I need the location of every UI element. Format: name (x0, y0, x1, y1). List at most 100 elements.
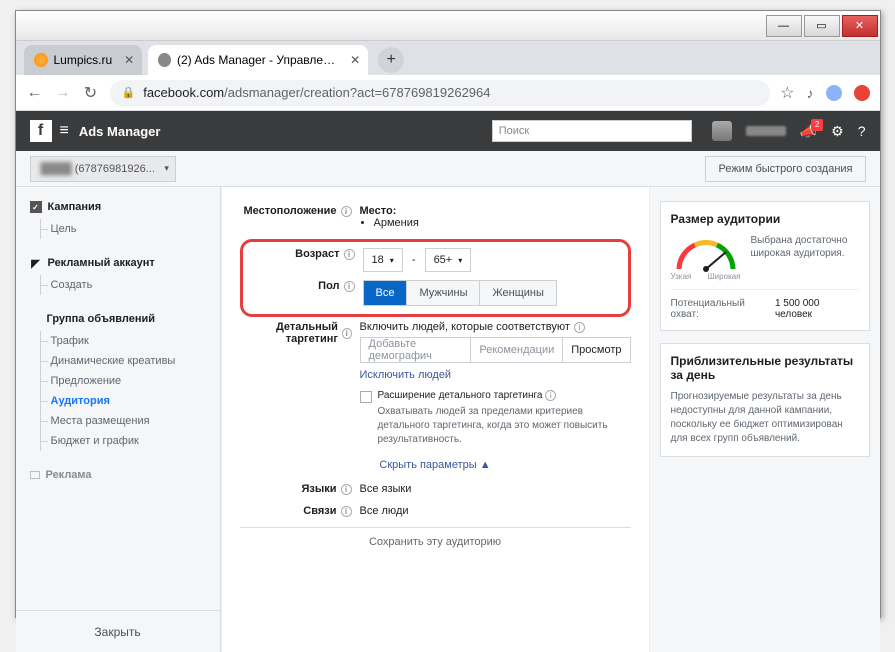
targeting-label: Детальный таргетинг (240, 321, 338, 345)
targeting-input[interactable]: Добавьте демографич Рекомендации Просмот… (360, 337, 631, 363)
sidebar-item-create[interactable]: Создать (51, 275, 220, 295)
targeting-sublabel: Включить людей, которые соответствуют (360, 321, 570, 333)
rect-icon (30, 471, 40, 479)
account-bar: ████ (67876981926... Режим быстрого созд… (16, 151, 880, 187)
browser-toolbar: ← → ↻ 🔒 facebook.com/adsmanager/creation… (16, 75, 880, 111)
info-icon[interactable]: i (344, 249, 355, 260)
reload-icon[interactable]: ↻ (82, 83, 100, 103)
age-dash: - (412, 254, 416, 266)
left-sidebar: ✓ Кампания Цель ◤ Рекламный аккаунт Созд… (16, 187, 221, 652)
avatar-icon[interactable] (712, 121, 732, 141)
info-icon[interactable]: i (574, 322, 585, 333)
info-icon[interactable]: i (545, 390, 556, 401)
audience-size-card: Размер аудитории (660, 201, 870, 331)
quick-creation-button[interactable]: Режим быстрого создания (705, 156, 865, 182)
connections-value: Все люди (360, 505, 631, 517)
info-icon[interactable]: i (341, 206, 352, 217)
exclude-link[interactable]: Исключить людей (360, 369, 452, 381)
sidebar-item-placements[interactable]: Места размещения (51, 411, 220, 431)
sidebar-item-offer[interactable]: Предложение (51, 371, 220, 391)
info-icon[interactable]: i (342, 328, 352, 339)
gender-male-button[interactable]: Мужчины (407, 281, 480, 305)
targeting-placeholder: Добавьте демографич (361, 338, 472, 362)
tab-title: (2) Ads Manager - Управление р (177, 53, 338, 67)
close-icon[interactable]: ✕ (350, 53, 360, 67)
sidebar-campaign[interactable]: ✓ Кампания (30, 201, 220, 213)
search-input[interactable]: Поиск (492, 120, 692, 142)
window-close-button[interactable]: ✕ (842, 15, 878, 37)
gear-icon[interactable]: ⚙ (831, 123, 844, 140)
gender-all-button[interactable]: Все (364, 281, 408, 305)
notification-icon[interactable]: 📣2 (800, 123, 817, 140)
forward-icon[interactable]: → (54, 84, 72, 102)
collapse-link[interactable]: Скрыть параметры ▲ (240, 459, 631, 471)
extension-icon[interactable] (854, 85, 870, 101)
favicon-icon (34, 53, 48, 67)
gender-female-button[interactable]: Женщины (480, 281, 555, 305)
url-path: /adsmanager/creation?act=678769819262964 (224, 85, 490, 100)
caret-icon: ▾ (458, 256, 462, 265)
bookmark-icon[interactable]: ☆ (780, 83, 794, 103)
gauge-description: Выбрана достаточно широкая аудитория. (751, 234, 859, 260)
lock-icon: 🔒 (122, 86, 136, 99)
close-button[interactable]: Закрыть (16, 610, 220, 652)
flag-icon: ◤ (30, 257, 42, 269)
account-selector[interactable]: ████ (67876981926... (30, 156, 176, 182)
tab-lumpics[interactable]: Lumpics.ru ✕ (24, 45, 143, 75)
window-titlebar: — ▭ ✕ (16, 11, 880, 41)
sidebar-label: Кампания (48, 201, 102, 213)
estimates-text: Прогнозируемые результаты за день недост… (671, 390, 859, 446)
url-host: facebook.com (143, 85, 224, 100)
notification-badge: 2 (811, 119, 823, 131)
back-icon[interactable]: ← (26, 84, 44, 102)
address-bar[interactable]: 🔒 facebook.com/adsmanager/creation?act=6… (110, 80, 771, 106)
music-icon[interactable]: ♪ (807, 85, 814, 101)
sidebar-item-traffic[interactable]: Трафик (51, 331, 220, 351)
profile-icon[interactable] (826, 85, 842, 101)
location-value: Армения (374, 217, 631, 229)
window-minimize-button[interactable]: — (766, 15, 802, 37)
info-icon[interactable]: i (341, 484, 352, 495)
tab-title: Lumpics.ru (54, 53, 113, 67)
sidebar-adset[interactable]: Группа объявлений (30, 313, 220, 325)
sidebar-item-budget[interactable]: Бюджет и график (51, 431, 220, 451)
expand-title: Расширение детального таргетинга (378, 390, 543, 401)
window-maximize-button[interactable]: ▭ (804, 15, 840, 37)
info-icon[interactable]: i (341, 506, 352, 517)
gauge-icon (671, 234, 741, 274)
connections-label: Связи (303, 505, 336, 517)
caret-icon: ▾ (390, 256, 394, 265)
sidebar-item-audience[interactable]: Аудитория (51, 391, 220, 411)
sidebar-item-dynamic[interactable]: Динамические креативы (51, 351, 220, 371)
age-min-select[interactable]: 18▾ (363, 248, 403, 272)
sidebar-item-goal[interactable]: Цель (51, 219, 220, 239)
languages-label: Языки (301, 483, 336, 495)
user-name-blurred (746, 126, 786, 136)
app-title: Ads Manager (79, 124, 161, 139)
hamburger-icon[interactable]: ≡ (60, 122, 69, 140)
age-max-select[interactable]: 65+▾ (425, 248, 472, 272)
sidebar-ad-account[interactable]: ◤ Рекламный аккаунт (30, 257, 220, 269)
info-icon[interactable]: i (344, 281, 355, 292)
main-form: Местоположениеi Место: Армения Возрастi … (221, 187, 650, 652)
grid-icon (30, 314, 41, 325)
account-name-blurred: ████ (41, 163, 72, 175)
targeting-browse[interactable]: Просмотр (563, 338, 629, 362)
facebook-logo-icon[interactable]: f (30, 120, 52, 142)
estimates-title: Приблизительные результаты за день (671, 354, 859, 382)
favicon-icon (158, 53, 171, 67)
browser-tabstrip: Lumpics.ru ✕ (2) Ads Manager - Управлени… (16, 41, 880, 75)
location-sublabel: Место: (360, 205, 631, 217)
sidebar-ad[interactable]: Реклама (30, 469, 220, 481)
new-tab-button[interactable]: + (378, 47, 404, 73)
expand-description: Охватывать людей за пределами критериев … (378, 405, 631, 447)
targeting-recommendations[interactable]: Рекомендации (471, 338, 563, 362)
tab-adsmanager[interactable]: (2) Ads Manager - Управление р ✕ (148, 45, 368, 75)
close-icon[interactable]: ✕ (124, 53, 134, 67)
sidebar-label: Рекламный аккаунт (48, 257, 155, 269)
help-icon[interactable]: ? (858, 123, 866, 139)
save-audience-button[interactable]: Сохранить эту аудиторию (240, 527, 631, 548)
sidebar-label: Группа объявлений (47, 313, 156, 325)
fb-header: f ≡ Ads Manager Поиск 📣2 ⚙ ? (16, 111, 880, 151)
expand-checkbox[interactable] (360, 391, 372, 403)
